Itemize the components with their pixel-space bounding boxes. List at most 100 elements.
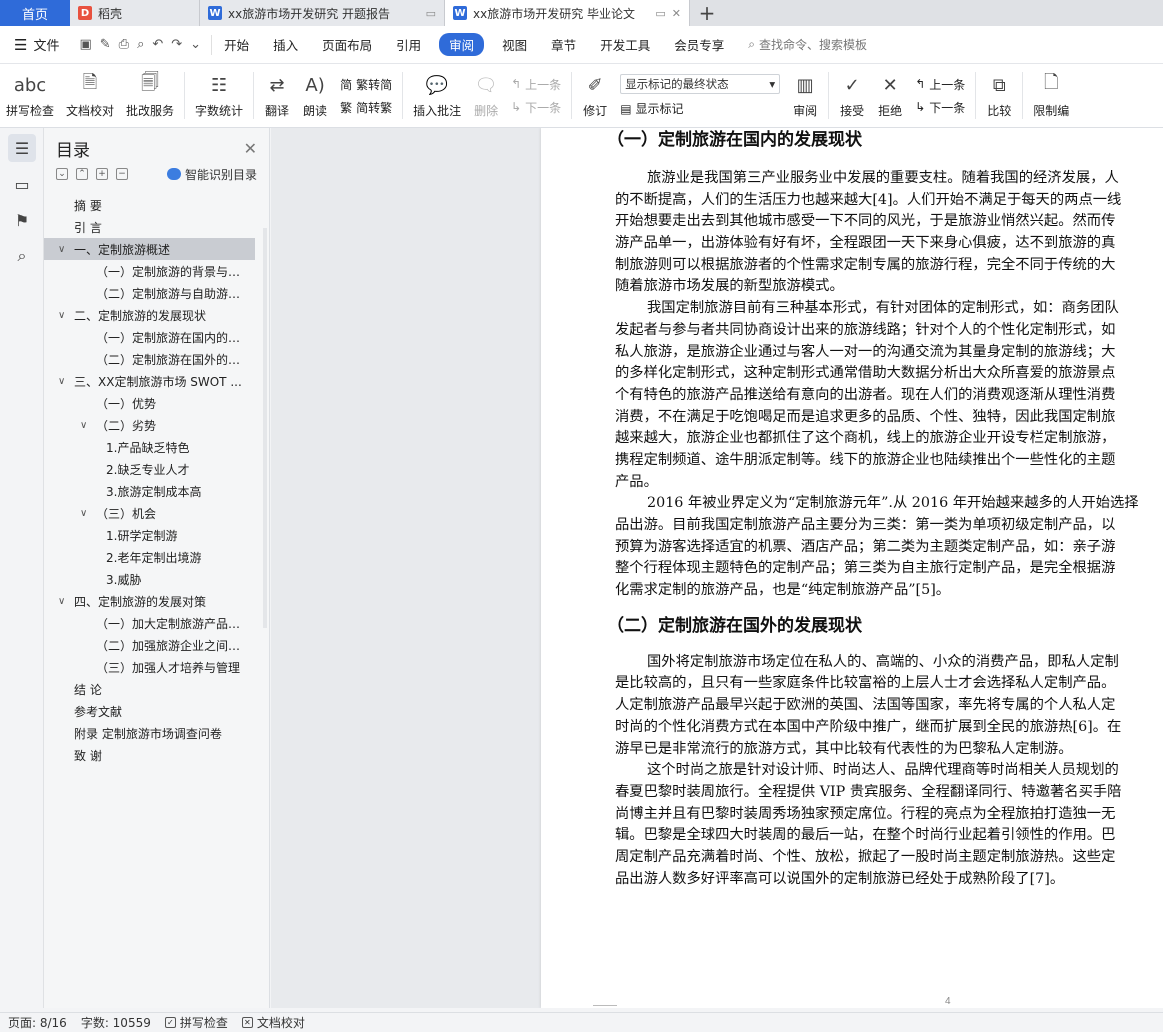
tab-close-icon[interactable]: ✕ <box>672 7 681 20</box>
page-indicator[interactable]: 页面: 8/16 <box>8 1014 67 1031</box>
toc-item[interactable]: （一）定制旅游的背景与概... <box>44 260 255 282</box>
doc-proof-status[interactable]: ✕ 文档校对 <box>241 1014 305 1031</box>
tab-monitor-icon[interactable]: ▭ <box>426 7 436 20</box>
delete-comment-button[interactable]: 🗨 删除 <box>467 64 505 127</box>
chevron-down-icon[interactable]: ⌄ <box>190 37 201 52</box>
toc-item[interactable]: 结 论 <box>44 678 255 700</box>
toc-pane-icon[interactable]: ☰ <box>8 134 36 162</box>
batch-service-button[interactable]: 🗐 批改服务 <box>120 64 180 127</box>
toc-item[interactable]: （二）加强旅游企业之间合... <box>44 634 255 656</box>
reject-button[interactable]: ✕ 拒绝 <box>871 64 909 127</box>
markup-group: 显示标记的最终状态 ▾ ▤ 显示标记 <box>614 64 786 127</box>
markup-mode-select[interactable]: 显示标记的最终状态 ▾ <box>620 74 781 94</box>
ribbon-divider <box>253 72 255 119</box>
menu-tab-member[interactable]: 会员专享 <box>662 35 736 54</box>
command-search[interactable]: ⌕ 查找命令、搜索模板 <box>736 36 867 53</box>
text-line: 辑。巴黎是全球四大时装周的最后一站，在整个时尚行业起着引领性的作用。巴 <box>615 827 1116 844</box>
print-icon[interactable]: ⎙ <box>119 37 129 52</box>
read-aloud-button[interactable]: A) 朗读 <box>296 64 334 127</box>
chapter-icon[interactable]: ▭ <box>8 170 36 198</box>
menu-tab-review[interactable]: 审阅 <box>439 33 485 56</box>
search-icon[interactable]: ⌕ <box>8 242 36 270</box>
tab-proposal-doc[interactable]: W xx旅游市场开发研究 开题报告 ▭ <box>200 0 445 26</box>
translate-button[interactable]: ⇄ 翻译 <box>258 64 296 127</box>
revise-button[interactable]: ✐ 修订 <box>576 64 614 127</box>
add-heading-icon[interactable]: + <box>96 168 108 180</box>
document-page[interactable]: （一）定制旅游在国内的发展现状 旅游业是我国第三产业服务业中发展的重要支柱。随着… <box>541 128 1163 1008</box>
print-preview-icon[interactable]: ⌕ <box>137 37 144 52</box>
toc-item[interactable]: （一）定制旅游在国内的发... <box>44 326 255 348</box>
chevron-down-icon[interactable]: ∨ <box>58 244 70 255</box>
expand-all-icon[interactable]: ⌃ <box>76 168 88 180</box>
tab-thesis-doc[interactable]: W xx旅游市场开发研究 毕业论文 ▭ ✕ <box>445 0 690 26</box>
tab-daoke[interactable]: D 稻壳 <box>70 0 200 26</box>
toc-item[interactable]: ∨ 三、XX定制旅游市场 SWOT ... <box>44 370 255 392</box>
undo-icon[interactable]: ↶ <box>152 37 163 52</box>
spell-check-status[interactable]: ✓ 拼写检查 <box>164 1014 228 1031</box>
remove-heading-icon[interactable]: − <box>116 168 128 180</box>
chevron-down-icon[interactable]: ∨ <box>58 596 70 607</box>
menu-tab-developer[interactable]: 开发工具 <box>588 35 662 54</box>
new-tab-button[interactable]: + <box>690 0 724 26</box>
toc-item[interactable]: 3.旅游定制成本高 <box>44 480 255 502</box>
toc-item[interactable]: 参考文献 <box>44 700 255 722</box>
toc-scrollbar[interactable] <box>263 228 267 628</box>
insert-comment-button[interactable]: 💬 插入批注 <box>407 64 467 127</box>
chevron-down-icon[interactable]: ∨ <box>58 376 70 387</box>
simp-to-trad-button[interactable]: 繁简转繁 <box>340 99 392 116</box>
toc-item[interactable]: 1.研学定制游 <box>44 524 255 546</box>
chevron-down-icon[interactable]: ∨ <box>58 310 70 321</box>
menu-tab-references[interactable]: 引用 <box>384 35 433 54</box>
toc-item[interactable]: ∨ （三）机会 <box>44 502 255 524</box>
toc-item[interactable]: 2.缺乏专业人才 <box>44 458 255 480</box>
toc-item[interactable]: ∨ 二、定制旅游的发展现状 <box>44 304 255 326</box>
redo-icon[interactable]: ↷ <box>171 37 182 52</box>
toc-item[interactable]: 摘 要 <box>44 194 255 216</box>
prev-comment-button[interactable]: ↰ 上一条 <box>511 76 561 93</box>
review-pane-button[interactable]: ▥ 审阅 <box>786 64 824 127</box>
toc-item[interactable]: ∨ 四、定制旅游的发展对策 <box>44 590 255 612</box>
next-change-button[interactable]: ↳ 下一条 <box>915 99 965 116</box>
toc-item[interactable]: （一）加大定制旅游产品内... <box>44 612 255 634</box>
tab-home[interactable]: 首页 <box>0 0 70 26</box>
spell-check-button[interactable]: abc 拼写检查 <box>0 64 60 127</box>
toc-item[interactable]: ∨ （二）劣势 <box>44 414 255 436</box>
bookmark-icon[interactable]: ⚑ <box>8 206 36 234</box>
smart-toc-button[interactable]: 智能识别目录 <box>166 166 257 183</box>
toc-item-label: （二）加强旅游企业之间合... <box>96 638 249 653</box>
toc-item[interactable]: 附录 定制旅游市场调查问卷 <box>44 722 255 744</box>
chevron-down-icon[interactable]: ∨ <box>80 508 92 519</box>
toc-item[interactable]: 引 言 <box>44 216 255 238</box>
toc-item[interactable]: （二）定制旅游与自助游的... <box>44 282 255 304</box>
toc-item[interactable]: 致 谢 <box>44 744 255 766</box>
trad-to-simp-button[interactable]: 简繁转简 <box>340 76 392 93</box>
format-painter-icon[interactable]: ✎ <box>100 37 111 52</box>
tab-monitor-icon[interactable]: ▭ <box>655 7 665 20</box>
chevron-down-icon[interactable]: ∨ <box>80 420 92 431</box>
toc-item[interactable]: ∨ 一、定制旅游概述 <box>44 238 255 260</box>
prev-change-button[interactable]: ↰ 上一条 <box>915 76 965 93</box>
restrict-edit-button[interactable]: 🗋 限制编 <box>1027 64 1075 127</box>
menu-tab-layout[interactable]: 页面布局 <box>310 35 384 54</box>
menu-tab-insert[interactable]: 插入 <box>261 35 310 54</box>
accept-button[interactable]: ✓ 接受 <box>833 64 871 127</box>
toc-item[interactable]: 3.威胁 <box>44 568 255 590</box>
toc-item[interactable]: （二）定制旅游在国外的发... <box>44 348 255 370</box>
menu-tab-home[interactable]: 开始 <box>212 35 261 54</box>
toc-item[interactable]: （一）优势 <box>44 392 255 414</box>
toc-item[interactable]: （三）加强人才培养与管理 <box>44 656 255 678</box>
menu-tab-view[interactable]: 视图 <box>490 35 539 54</box>
doc-proof-button[interactable]: 🗎 文档校对 <box>60 64 120 127</box>
menu-tab-chapter[interactable]: 章节 <box>539 35 588 54</box>
file-menu[interactable]: ☰ 文件 <box>0 35 69 55</box>
collapse-all-icon[interactable]: ⌄ <box>56 168 68 180</box>
compare-button[interactable]: ⧉ 比较 <box>980 64 1018 127</box>
word-count-indicator[interactable]: 字数: 10559 <box>81 1014 151 1031</box>
toc-item[interactable]: 1.产品缺乏特色 <box>44 436 255 458</box>
next-comment-button[interactable]: ↳ 下一条 <box>511 99 561 116</box>
word-count-button[interactable]: ☷ 字数统计 <box>189 64 249 127</box>
close-icon[interactable]: ✕ <box>244 139 257 158</box>
show-markup-button[interactable]: ▤ 显示标记 <box>620 100 780 117</box>
save-icon[interactable]: ▣ <box>79 37 91 52</box>
toc-item[interactable]: 2.老年定制出境游 <box>44 546 255 568</box>
